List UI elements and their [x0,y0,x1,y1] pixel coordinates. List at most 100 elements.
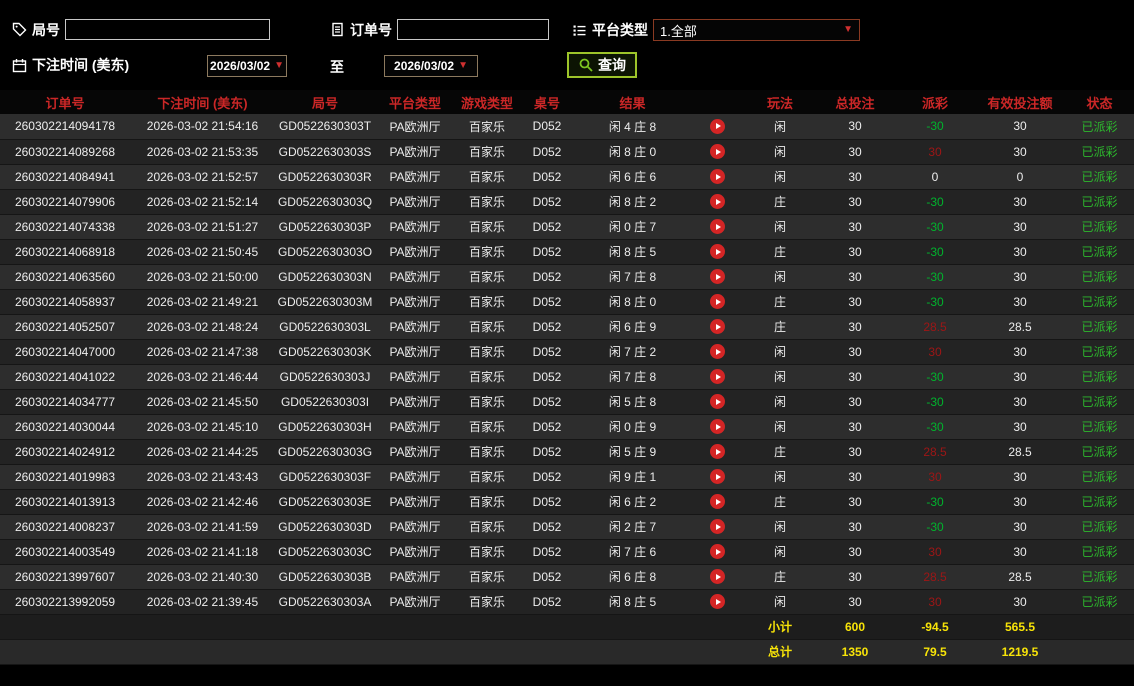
status-cell: 已派彩 [1065,164,1134,190]
table-row: 260302214030044 2026-03-02 21:45:10 GD05… [0,414,1134,440]
bet-time-cell: 2026-03-02 21:40:30 [130,564,275,590]
table-row: 260302214003549 2026-03-02 21:41:18 GD05… [0,539,1134,565]
table-no-cell: D052 [519,289,575,315]
tag-icon [12,22,27,37]
valid-bet-cell: 30 [975,189,1065,215]
replay-play-icon[interactable] [710,544,725,560]
bet-side-cell: 闲 [745,164,815,190]
replay-play-icon[interactable] [710,494,725,510]
result-cell: 闲 4 庄 8 [575,114,690,140]
replay-play-icon[interactable] [710,469,725,485]
date-to-value: 2026/03/02 [394,59,455,73]
order-no-input[interactable] [397,19,549,40]
replay-play-icon[interactable] [710,118,725,134]
bet-side-cell: 庄 [745,564,815,590]
replay-cell [690,264,745,290]
bet-side-cell: 闲 [745,364,815,390]
order-no-cell: 260302214008237 [0,514,130,540]
replay-play-icon[interactable] [710,569,725,585]
replay-play-icon[interactable] [710,519,725,535]
total-bet-cell: 30 [815,164,895,190]
valid-bet-cell: 30 [975,489,1065,515]
table-no-cell: D052 [519,314,575,340]
table-row: 260302214041022 2026-03-02 21:46:44 GD05… [0,364,1134,390]
bet-side-cell: 闲 [745,264,815,290]
replay-play-icon[interactable] [710,419,725,435]
bet-side-cell: 闲 [745,514,815,540]
bet-time-cell: 2026-03-02 21:52:57 [130,164,275,190]
replay-play-icon[interactable] [710,344,725,360]
replay-play-icon[interactable] [710,194,725,210]
replay-play-icon[interactable] [710,444,725,460]
valid-bet-cell: 30 [975,339,1065,365]
bet-side-cell: 闲 [745,139,815,165]
payout-cell: -30 [895,239,975,265]
payout-cell: -30 [895,214,975,240]
header-valid-bet: 有效投注额 [975,90,1065,114]
table-row: 260302214047000 2026-03-02 21:47:38 GD05… [0,339,1134,365]
table-no-cell: D052 [519,539,575,565]
payout-cell: 30 [895,589,975,615]
order-no-filter: 订单号 [330,19,549,40]
game-type-cell: 百家乐 [455,464,519,490]
table-no-cell: D052 [519,264,575,290]
total-bet-cell: 30 [815,239,895,265]
valid-bet-cell: 30 [975,139,1065,165]
valid-bet-cell: 30 [975,389,1065,415]
bet-side-cell: 庄 [745,314,815,340]
replay-play-icon[interactable] [710,294,725,310]
date-from-picker[interactable]: 2026/03/02 ▼ [207,55,287,77]
bet-time-cell: 2026-03-02 21:43:43 [130,464,275,490]
game-type-cell: 百家乐 [455,489,519,515]
status-cell: 已派彩 [1065,339,1134,365]
replay-play-icon[interactable] [710,244,725,260]
order-no-cell: 260302214013913 [0,489,130,515]
total-bet-cell: 30 [815,214,895,240]
game-type-cell: 百家乐 [455,314,519,340]
payout-cell: -30 [895,364,975,390]
game-no-input[interactable] [65,19,270,40]
payout-cell: -30 [895,114,975,140]
chevron-down-icon: ▼ [843,24,853,35]
bet-time-cell: 2026-03-02 21:45:50 [130,389,275,415]
replay-play-icon[interactable] [710,319,725,335]
table-no-cell: D052 [519,189,575,215]
replay-play-icon[interactable] [710,594,725,610]
table-row: 260302214058937 2026-03-02 21:49:21 GD05… [0,289,1134,315]
table-no-cell: D052 [519,489,575,515]
order-no-cell: 260302214079906 [0,189,130,215]
result-cell: 闲 6 庄 9 [575,314,690,340]
platform-cell: PA欧洲厅 [375,464,455,490]
result-cell: 闲 7 庄 8 [575,364,690,390]
replay-play-icon[interactable] [710,169,725,185]
total-bet-cell: 30 [815,414,895,440]
result-cell: 闲 8 庄 5 [575,589,690,615]
replay-play-icon[interactable] [710,144,725,160]
game-no-cell: GD0522630303F [275,464,375,490]
records-table: 订单号 下注时间 (美东) 局号 平台类型 游戏类型 桌号 结果 玩法 总投注 … [0,90,1134,665]
platform-type-select[interactable]: 1.全部 ▼ [653,19,860,41]
document-icon [330,22,345,37]
replay-cell [690,539,745,565]
table-row: 260302214068918 2026-03-02 21:50:45 GD05… [0,239,1134,265]
replay-cell [690,139,745,165]
valid-bet-cell: 28.5 [975,314,1065,340]
query-button[interactable]: 查询 [567,52,637,78]
replay-play-icon[interactable] [710,219,725,235]
replay-play-icon[interactable] [710,369,725,385]
status-cell: 已派彩 [1065,439,1134,465]
result-cell: 闲 2 庄 7 [575,514,690,540]
total-payout: 79.5 [895,639,975,665]
order-no-cell: 260302214058937 [0,289,130,315]
total-valid-bet: 1219.5 [975,639,1065,665]
bet-side-cell: 庄 [745,289,815,315]
replay-play-icon[interactable] [710,394,725,410]
payout-cell: -30 [895,414,975,440]
replay-cell [690,164,745,190]
table-row: 260302214013913 2026-03-02 21:42:46 GD05… [0,489,1134,515]
header-total-bet: 总投注 [815,90,895,114]
date-to-picker[interactable]: 2026/03/02 ▼ [384,55,478,77]
bet-time-cell: 2026-03-02 21:45:10 [130,414,275,440]
game-type-cell: 百家乐 [455,289,519,315]
replay-play-icon[interactable] [710,269,725,285]
